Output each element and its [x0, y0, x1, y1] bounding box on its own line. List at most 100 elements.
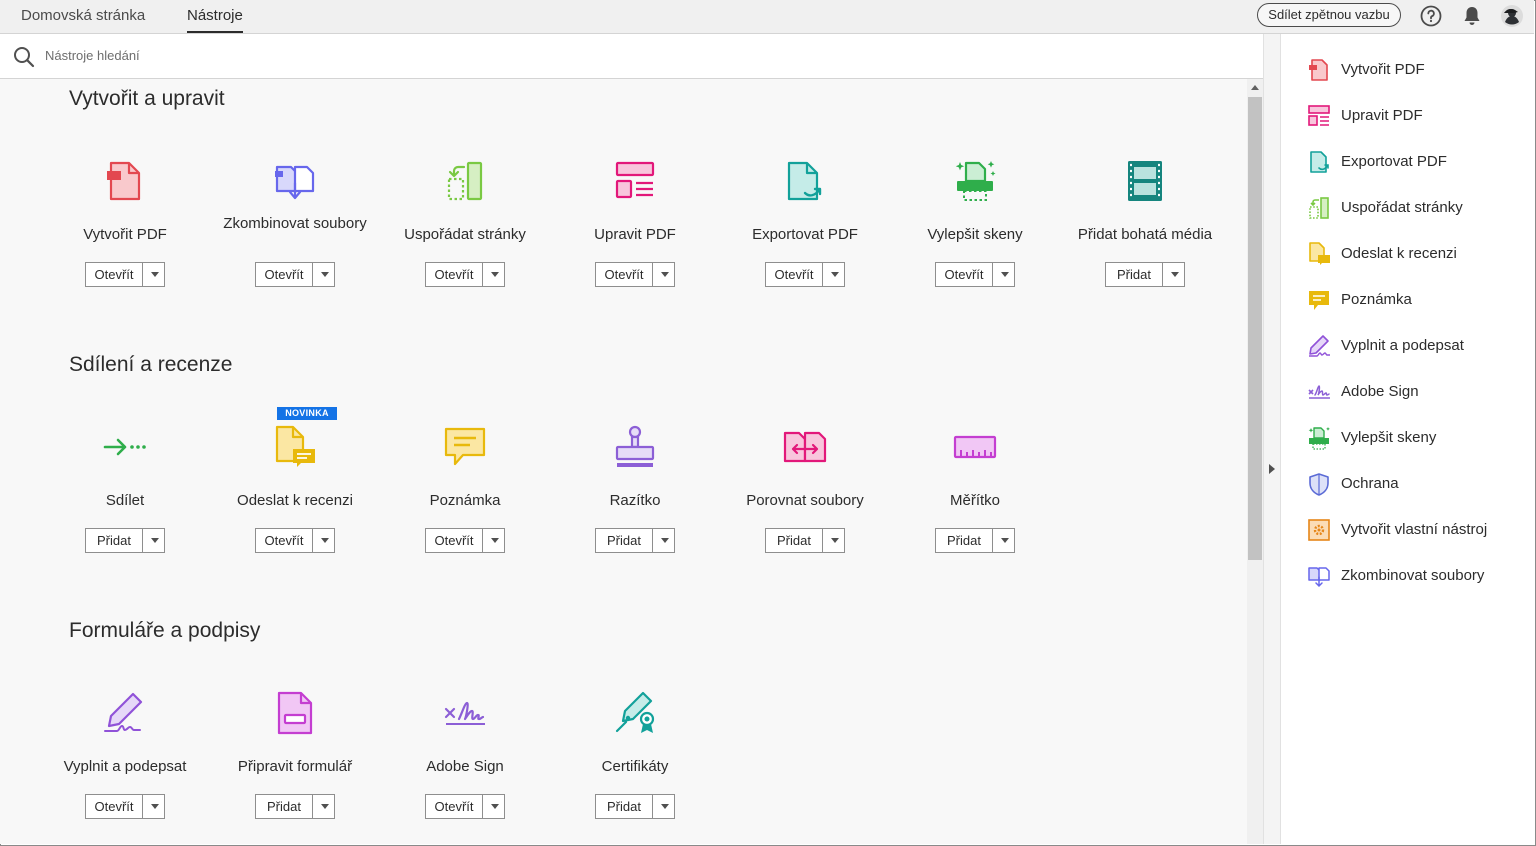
pane-item-fill-sign[interactable]: Vyplnit a podepsat [1307, 331, 1532, 361]
tool-open-button[interactable]: Otevřít [765, 262, 845, 287]
pane-item-comment[interactable]: Poznámka [1307, 285, 1532, 315]
button-label[interactable]: Přidat [596, 529, 653, 552]
button-label[interactable]: Otevřít [426, 529, 483, 552]
tool-add-button[interactable]: Přidat [1105, 262, 1185, 287]
send-review-icon [1309, 242, 1330, 265]
tool-add-button[interactable]: Přidat [255, 794, 335, 819]
enhance-scans-icon[interactable] [953, 159, 997, 203]
right-pane-toggle[interactable] [1263, 34, 1281, 844]
certificates-icon[interactable] [613, 691, 657, 735]
fill-sign-icon[interactable] [103, 691, 147, 735]
chevron-down-icon[interactable] [653, 263, 674, 286]
tool-open-button[interactable]: Otevřít [595, 262, 675, 287]
button-label[interactable]: Přidat [86, 529, 143, 552]
tab-home[interactable]: Domovská stránka [21, 0, 145, 33]
tool-add-button[interactable]: Přidat [85, 528, 165, 553]
pane-item-export-pdf[interactable]: Exportovat PDF [1307, 147, 1532, 177]
tool-add-button[interactable]: Přidat [595, 528, 675, 553]
button-label[interactable]: Přidat [936, 529, 993, 552]
button-label[interactable]: Otevřít [426, 263, 483, 286]
tool-open-button[interactable]: Otevřít [425, 794, 505, 819]
rich-media-icon[interactable] [1123, 159, 1167, 203]
tab-tools[interactable]: Nástroje [187, 0, 243, 33]
chevron-down-icon[interactable] [143, 263, 164, 286]
chevron-down-icon[interactable] [823, 529, 844, 552]
combine-files-icon[interactable] [273, 159, 317, 203]
prepare-form-icon[interactable] [273, 691, 317, 735]
pane-item-edit-pdf[interactable]: Upravit PDF [1307, 101, 1532, 131]
bell-icon[interactable] [1460, 4, 1484, 28]
export-pdf-icon[interactable] [783, 159, 827, 203]
tools-search-bar[interactable]: Nástroje hledání [0, 34, 1263, 79]
tool-label: Porovnat soubory [746, 492, 864, 509]
scroll-up-arrow-icon[interactable] [1251, 85, 1259, 90]
chevron-down-icon[interactable] [313, 263, 334, 286]
edit-pdf-icon[interactable] [613, 159, 657, 203]
chevron-down-icon[interactable] [823, 263, 844, 286]
pane-item-combine-files[interactable]: Zkombinovat soubory [1307, 561, 1532, 591]
tool-add-button[interactable]: Přidat [765, 528, 845, 553]
tool-open-button[interactable]: Otevřít [85, 794, 165, 819]
measure-icon[interactable] [953, 425, 997, 469]
adobe-sign-icon[interactable] [443, 691, 487, 735]
tool-open-button[interactable]: Otevřít [935, 262, 1015, 287]
chevron-down-icon[interactable] [993, 263, 1014, 286]
chevron-down-icon[interactable] [143, 529, 164, 552]
stamp-icon[interactable] [613, 425, 657, 469]
share-icon[interactable] [103, 425, 147, 469]
scrollbar-thumb[interactable] [1248, 97, 1262, 560]
share-feedback-button[interactable]: Sdílet zpětnou vazbu [1257, 3, 1401, 27]
chevron-down-icon[interactable] [483, 529, 504, 552]
tool-open-button[interactable]: Otevřít [425, 528, 505, 553]
pane-item-protect[interactable]: Ochrana [1307, 469, 1532, 499]
tool-open-button[interactable]: Otevřít [85, 262, 165, 287]
vertical-scrollbar[interactable] [1247, 79, 1263, 844]
chevron-down-icon[interactable] [313, 529, 334, 552]
organize-pages-icon [1309, 197, 1329, 219]
button-label[interactable]: Přidat [1106, 263, 1163, 286]
chevron-down-icon[interactable] [653, 529, 674, 552]
tool-open-button[interactable]: Otevřít [255, 528, 335, 553]
button-label[interactable]: Otevřít [86, 263, 143, 286]
chevron-down-icon[interactable] [1163, 263, 1184, 286]
chevron-right-icon[interactable] [1269, 464, 1275, 474]
send-review-icon[interactable] [273, 425, 317, 469]
organize-pages-icon[interactable] [443, 159, 487, 203]
help-icon[interactable] [1419, 4, 1443, 28]
pane-item-organize-pages[interactable]: Uspořádat stránky [1307, 193, 1532, 223]
chevron-down-icon[interactable] [313, 795, 334, 818]
button-label[interactable]: Otevřít [426, 795, 483, 818]
button-label[interactable]: Přidat [766, 529, 823, 552]
button-label[interactable]: Otevřít [256, 263, 313, 286]
tool-open-button[interactable]: Otevřít [425, 262, 505, 287]
search-input[interactable]: Nástroje hledání [45, 48, 140, 63]
button-label[interactable]: Přidat [596, 795, 653, 818]
button-label[interactable]: Otevřít [766, 263, 823, 286]
chevron-down-icon[interactable] [143, 795, 164, 818]
tool-card-prepare-form: Připravit formulář Přidat [210, 691, 380, 844]
pane-item-custom-tool[interactable]: Vytvořit vlastní nástroj [1307, 515, 1532, 545]
button-label[interactable]: Otevřít [596, 263, 653, 286]
pane-item-enhance-scans[interactable]: Vylepšit skeny [1307, 423, 1532, 453]
tool-add-button[interactable]: Přidat [595, 794, 675, 819]
button-label[interactable]: Otevřít [86, 795, 143, 818]
avatar[interactable] [1500, 4, 1524, 28]
button-label[interactable]: Otevřít [256, 529, 313, 552]
tool-add-button[interactable]: Přidat [935, 528, 1015, 553]
compare-files-icon[interactable] [783, 425, 827, 469]
tool-open-button[interactable]: Otevřít [255, 262, 335, 287]
edit-pdf-icon [1308, 105, 1330, 126]
chevron-down-icon[interactable] [483, 263, 504, 286]
pane-item-send-review[interactable]: Odeslat k recenzi [1307, 239, 1532, 269]
pane-item-create-pdf[interactable]: Vytvořit PDF [1307, 55, 1532, 85]
tool-label: Certifikáty [601, 758, 669, 775]
button-label[interactable]: Přidat [256, 795, 313, 818]
chevron-down-icon[interactable] [993, 529, 1014, 552]
button-label[interactable]: Otevřít [936, 263, 993, 286]
pane-item-adobe-sign[interactable]: Adobe Sign [1307, 377, 1532, 407]
create-pdf-icon[interactable] [103, 159, 147, 203]
comment-icon[interactable] [443, 425, 487, 469]
tool-label: Exportovat PDF [752, 226, 858, 243]
chevron-down-icon[interactable] [653, 795, 674, 818]
chevron-down-icon[interactable] [483, 795, 504, 818]
